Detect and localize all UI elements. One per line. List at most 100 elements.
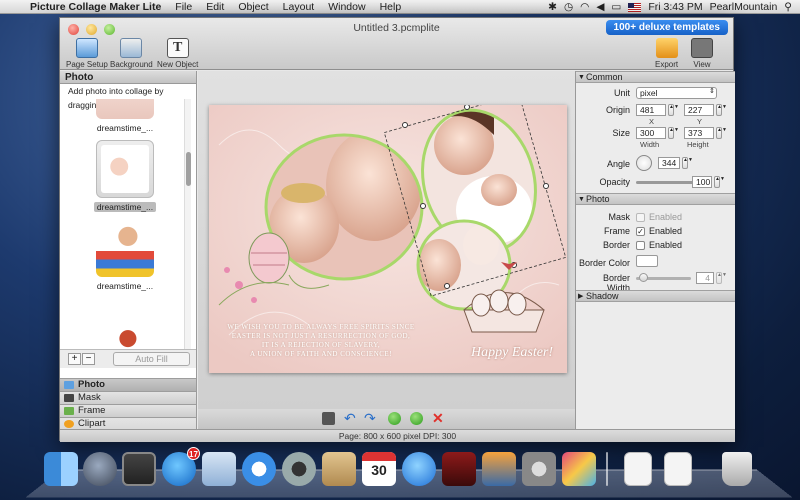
new-object-label: New Object [157, 60, 199, 69]
unit-select[interactable]: pixel [636, 87, 717, 99]
battery-icon[interactable]: ▭ [611, 1, 621, 13]
collage-canvas-area[interactable]: We wish you to be always free spirits si… [198, 71, 576, 409]
picture-collage-maker-icon[interactable] [562, 452, 596, 486]
angle-field[interactable]: 344 [658, 157, 680, 169]
frame-checkbox[interactable]: ✓ [636, 227, 645, 236]
menubar-clock[interactable]: Fri 3:43 PM [648, 1, 702, 13]
remove-photo-button[interactable]: − [82, 353, 95, 365]
contacts-icon[interactable] [322, 452, 356, 486]
mail-icon[interactable] [202, 452, 236, 486]
photo-thumbnail-image[interactable] [96, 219, 154, 277]
launchpad-icon[interactable] [83, 452, 117, 486]
auto-fill-button[interactable]: Auto Fill [113, 352, 190, 366]
thumbnail-scrollbar[interactable] [184, 99, 191, 351]
collage-artwork[interactable]: We wish you to be always free spirits si… [209, 105, 567, 373]
facetime-icon[interactable] [282, 452, 316, 486]
width-caption: Width [640, 140, 660, 149]
photo-thumbnail[interactable]: dreamstime_... [66, 140, 184, 213]
border-checkbox[interactable] [636, 241, 645, 250]
common-section-header[interactable]: ▼ Common [576, 71, 735, 83]
frame-label: Frame [603, 226, 630, 236]
iphoto-icon[interactable] [482, 452, 516, 486]
menu-help[interactable]: Help [373, 1, 409, 13]
add-photo-button[interactable]: + [68, 353, 81, 365]
input-source-flag-icon[interactable] [628, 2, 642, 12]
opacity-stepper[interactable]: ▲▼ [714, 176, 725, 188]
document-stack-icon[interactable] [624, 452, 652, 486]
angle-stepper[interactable]: ▲▼ [682, 157, 693, 169]
photo-thumbnail[interactable]: dreamstime_... [66, 99, 184, 134]
menu-edit[interactable]: Edit [199, 1, 231, 13]
background-label: Background [110, 60, 153, 69]
mission-control-icon[interactable] [122, 452, 156, 486]
tab-photo-label: Photo [78, 379, 105, 390]
page-setup-icon [75, 38, 98, 58]
origin-x-field[interactable]: 481 [636, 104, 666, 116]
wifi-icon[interactable]: ◠ [580, 1, 589, 13]
rotate-right-icon[interactable]: ↷ [364, 411, 377, 425]
photo-thumbnail-list[interactable]: dreamstime_... dreamstime_... dreamstime… [66, 99, 184, 351]
border-width-stepper[interactable]: ▲▼ [716, 272, 727, 284]
photo-panel: Photo Add photo into collage by dragging… [60, 71, 197, 442]
origin-x-stepper[interactable]: ▲▼ [668, 104, 679, 116]
menu-object[interactable]: Object [231, 1, 275, 13]
shadow-section-title: Shadow [586, 291, 619, 301]
bring-forward-icon[interactable] [388, 412, 401, 425]
photo-thumbnail-image[interactable] [96, 140, 154, 198]
finder-icon[interactable] [44, 452, 78, 486]
new-object-button[interactable]: T New Object [157, 38, 198, 69]
border-label: Border [602, 240, 630, 250]
photo-thumbnail[interactable]: dreamstime_... [66, 219, 184, 292]
width-stepper[interactable]: ▲▼ [668, 127, 679, 139]
shadow-section-header[interactable]: ▶ Shadow [576, 290, 735, 302]
tab-photo[interactable]: Photo [60, 378, 196, 391]
origin-label: Origin [605, 105, 630, 115]
height-stepper[interactable]: ▲▼ [716, 127, 727, 139]
tab-frame[interactable]: Frame [60, 404, 196, 417]
photo-thumbnail-image[interactable] [96, 298, 154, 351]
tab-mask[interactable]: Mask [60, 391, 196, 404]
menu-file[interactable]: File [168, 1, 199, 13]
trash-icon[interactable] [722, 452, 752, 486]
calendar-icon[interactable]: 30 [362, 452, 396, 486]
view-button[interactable]: View [691, 38, 713, 69]
system-preferences-icon[interactable] [522, 452, 556, 486]
width-field[interactable]: 300 [636, 127, 666, 139]
send-backward-icon[interactable] [410, 412, 423, 425]
rotate-left-icon[interactable]: ↶ [344, 411, 357, 425]
height-field[interactable]: 373 [684, 127, 714, 139]
tab-frame-label: Frame [78, 405, 106, 416]
menubar-user[interactable]: PearlMountain [710, 1, 778, 13]
delete-icon[interactable]: ✕ [432, 411, 445, 425]
itunes-icon[interactable] [402, 452, 436, 486]
border-width-slider[interactable] [636, 273, 691, 282]
safari-icon[interactable] [242, 452, 276, 486]
volume-icon[interactable]: ◀ [596, 1, 604, 13]
mask-checkbox[interactable] [636, 213, 645, 222]
app-menu[interactable]: Picture Collage Maker Lite [24, 1, 168, 13]
deluxe-templates-button[interactable]: 100+ deluxe templates [605, 20, 728, 35]
app-store-icon[interactable]: 17 [162, 447, 200, 486]
spotlight-icon[interactable]: ⚲ [784, 1, 792, 13]
angle-dial[interactable] [636, 155, 652, 171]
origin-y-stepper[interactable]: ▲▼ [716, 104, 727, 116]
photo-section-header[interactable]: ▼ Photo [576, 193, 735, 205]
photo-booth-icon[interactable] [442, 452, 476, 486]
crop-icon[interactable] [322, 412, 335, 425]
document-stack-icon[interactable] [664, 452, 692, 486]
menu-layout[interactable]: Layout [276, 1, 322, 13]
border-width-field[interactable]: 4 [696, 272, 714, 284]
export-button[interactable]: Export [655, 38, 678, 69]
origin-y-field[interactable]: 227 [684, 104, 714, 116]
menu-window[interactable]: Window [321, 1, 372, 13]
bluetooth-icon[interactable]: ✱ [548, 1, 557, 13]
page-setup-button[interactable]: Page Setup [66, 38, 108, 69]
scrollbar-knob[interactable] [186, 152, 191, 186]
background-button[interactable]: Background [110, 38, 153, 69]
time-machine-icon[interactable]: ◷ [564, 1, 573, 13]
photo-thumbnail[interactable] [66, 298, 184, 351]
border-width-slider-knob[interactable] [639, 273, 648, 282]
border-color-well[interactable] [636, 255, 658, 267]
opacity-field[interactable]: 100 [692, 176, 712, 188]
photo-thumbnail-image[interactable] [96, 99, 154, 119]
